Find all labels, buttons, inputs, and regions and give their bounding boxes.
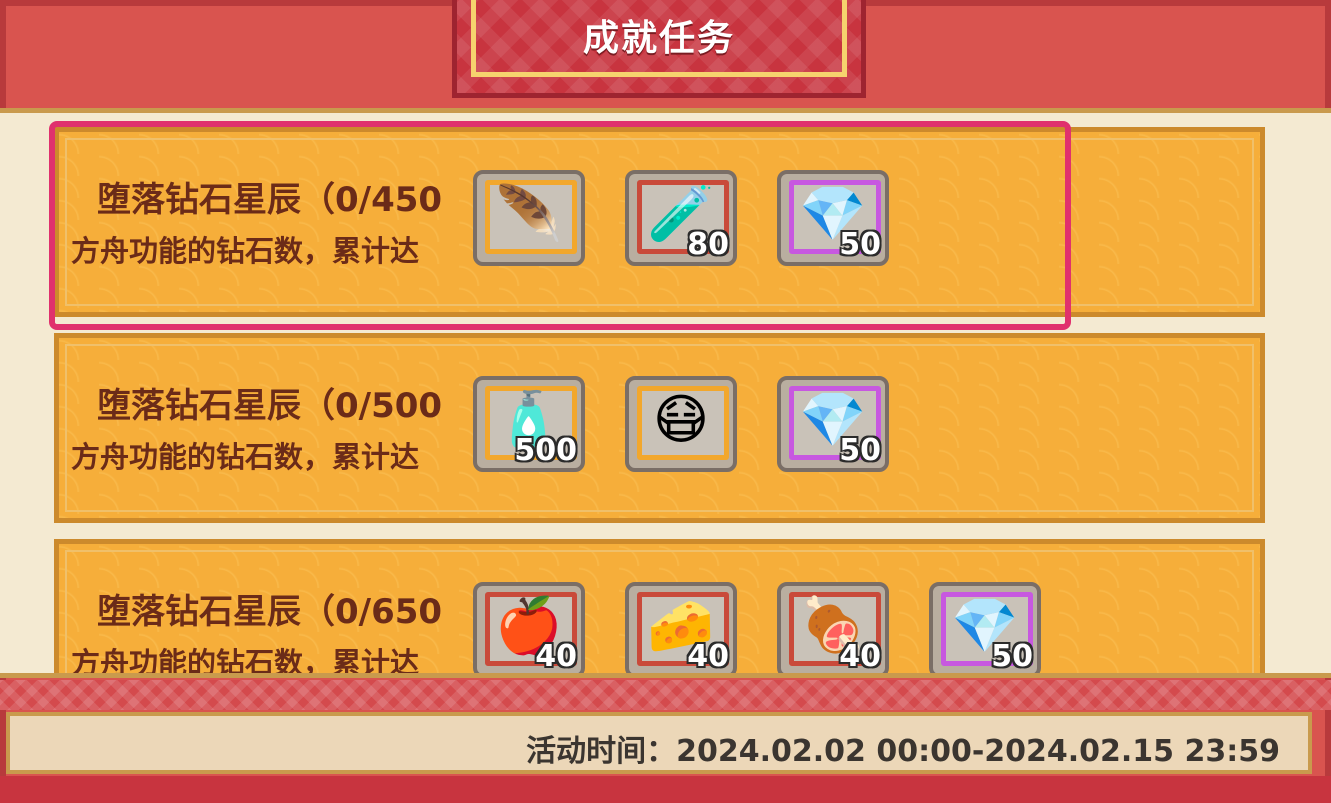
reward-quantity: 40 — [839, 639, 881, 674]
event-time: 活动时间：2024.02.02 00:00-2024.02.15 23:59 — [526, 734, 1280, 769]
reward-slot[interactable]: 🧴 500 — [473, 376, 585, 472]
gas-mask-icon: 😷 — [652, 388, 710, 451]
panel-bottom-edge — [0, 776, 1331, 803]
decorative-band — [0, 680, 1331, 710]
reward-slot[interactable]: 💎 50 — [777, 376, 889, 472]
reward-quantity: 50 — [839, 433, 881, 468]
task-row[interactable]: 堕落钻石星辰（0/650 方舟功能的钻石数，累计达 🍎 40 🧀 40 🍖 40… — [54, 539, 1265, 678]
task-description: 方舟功能的钻石数，累计达 — [71, 440, 420, 474]
reward-slot[interactable]: 💎 50 — [929, 582, 1041, 674]
title-banner: 成就任务 — [452, 0, 866, 98]
selection-highlight — [49, 121, 1071, 330]
reward-slot[interactable]: 😷 — [625, 376, 737, 472]
reward-quantity: 40 — [535, 639, 577, 674]
reward-slot[interactable]: 🧀 40 — [625, 582, 737, 674]
task-row[interactable]: 堕落钻石星辰（0/500 方舟功能的钻石数，累计达 🧴 500 😷 💎 50 — [54, 333, 1265, 523]
reward-quantity: 40 — [687, 639, 729, 674]
page-title: 成就任务 — [582, 18, 735, 59]
reward-slot[interactable]: 🍎 40 — [473, 582, 585, 674]
task-title: 堕落钻石星辰（0/650 — [97, 592, 443, 632]
reward-slot[interactable]: 🍖 40 — [777, 582, 889, 674]
task-description: 方舟功能的钻石数，累计达 — [71, 646, 420, 678]
reward-quantity: 500 — [514, 433, 577, 468]
reward-quantity: 50 — [991, 639, 1033, 674]
task-title: 堕落钻石星辰（0/500 — [97, 386, 443, 426]
event-time-bar: 活动时间：2024.02.02 00:00-2024.02.15 23:59 — [6, 712, 1312, 774]
